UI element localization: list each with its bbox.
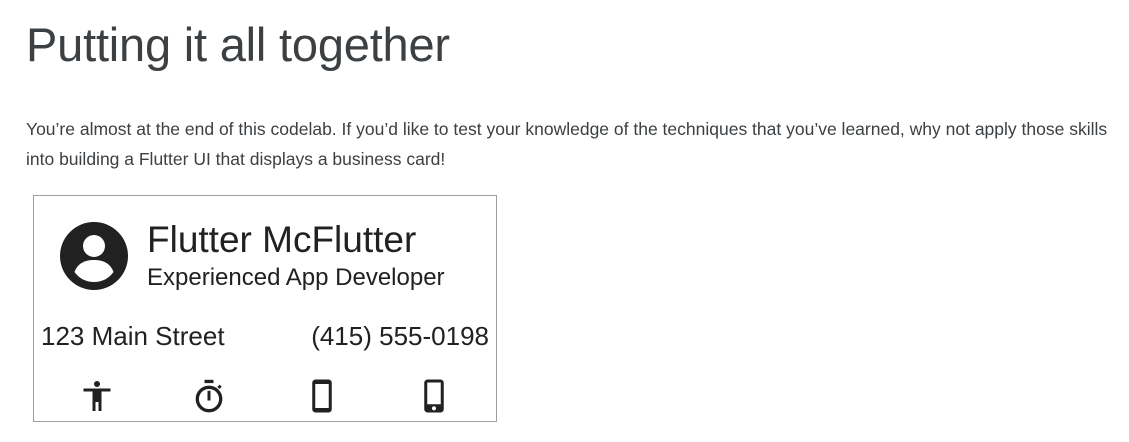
card-address: 123 Main Street [41,321,225,351]
accessibility-icon [83,381,111,411]
intro-paragraph: You’re almost at the end of this codelab… [26,119,1108,169]
account-circle-icon [60,222,128,290]
smartphone-icon [312,379,332,413]
card-phone: (415) 555-0198 [311,321,489,351]
business-card-image: Flutter McFlutter Experienced App Develo… [33,195,497,422]
card-name: Flutter McFlutter [147,219,417,260]
phone-android-icon [424,379,444,413]
timer-icon [195,379,223,413]
card-role: Experienced App Developer [147,264,445,291]
page-title: Putting it all together [26,18,450,71]
